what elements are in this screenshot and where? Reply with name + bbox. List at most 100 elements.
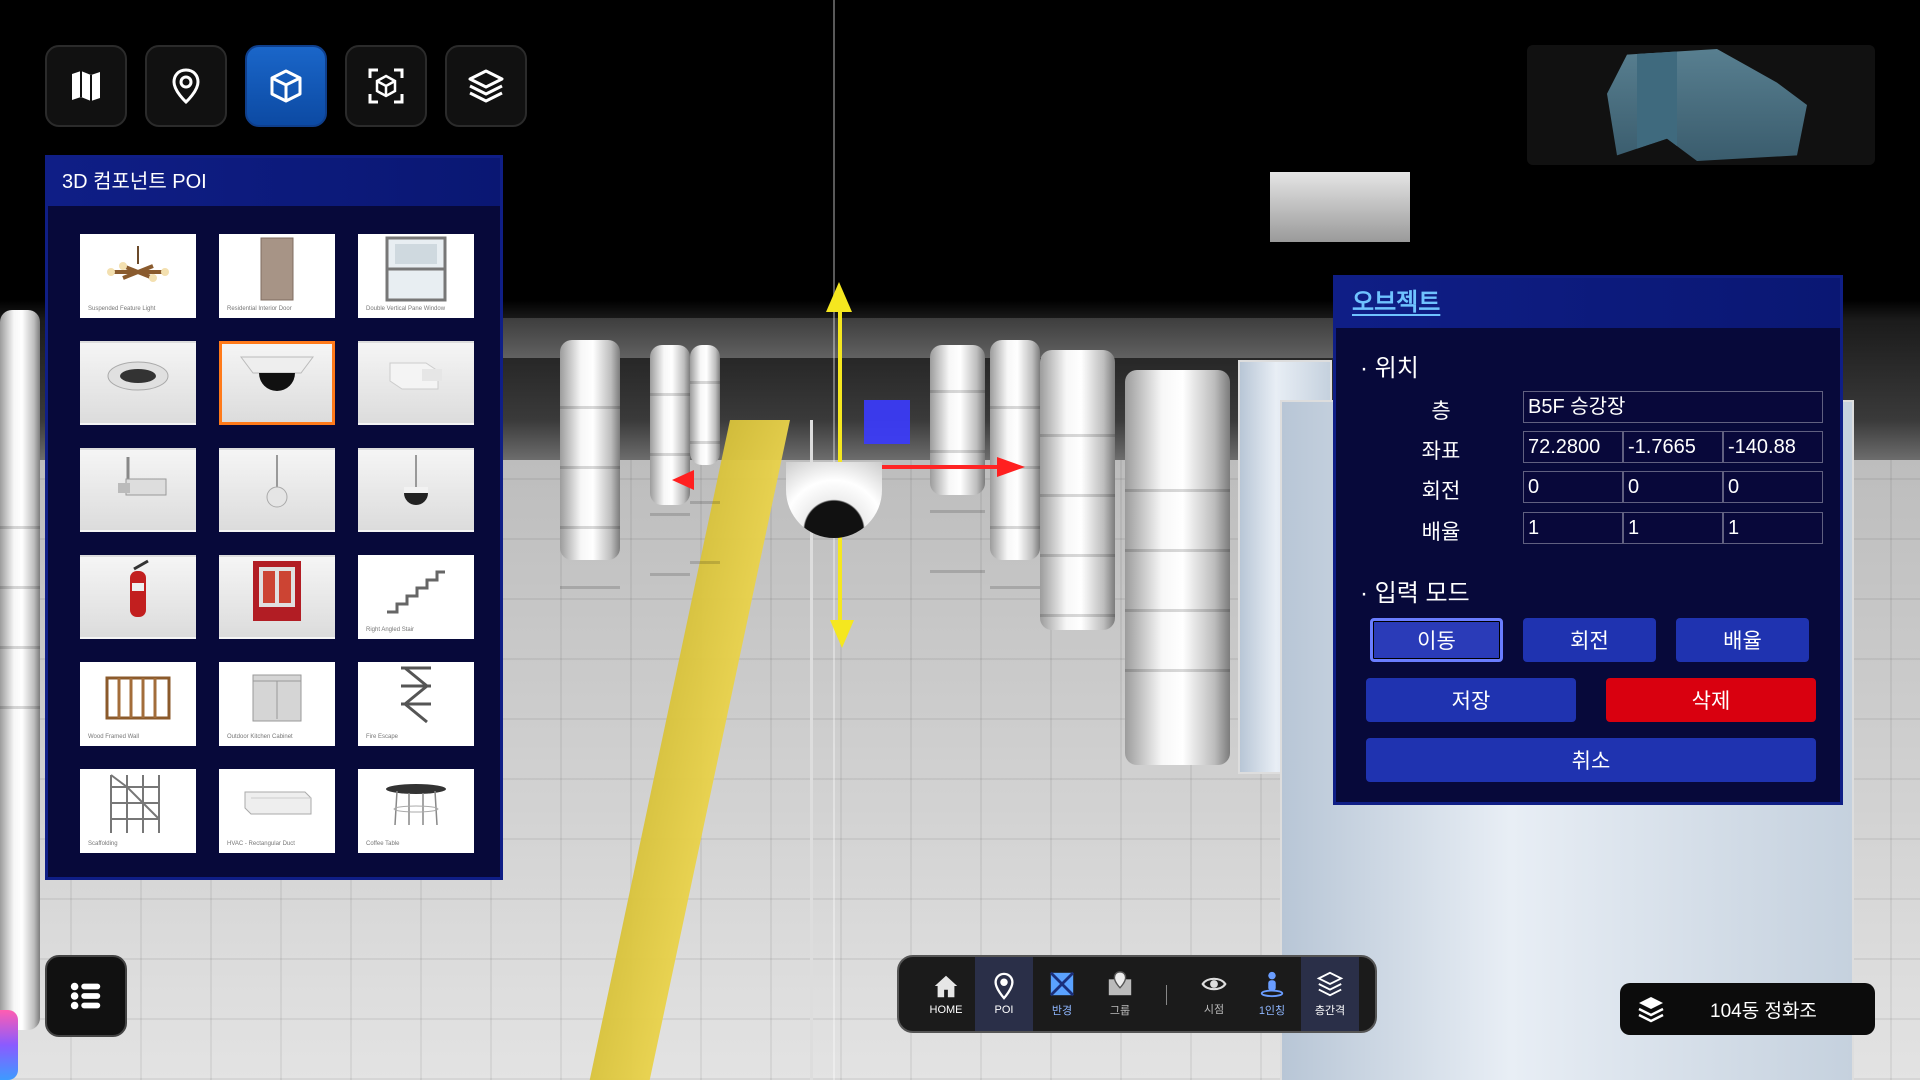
delete-button[interactable]: 삭제 — [1606, 678, 1816, 722]
dock-view-button[interactable]: 시점 — [1185, 957, 1243, 1031]
minimap-floorplan — [1607, 49, 1807, 161]
mode-rotate-button[interactable]: 회전 — [1523, 618, 1656, 662]
poi-item-scaffolding[interactable]: Scaffolding — [80, 769, 196, 853]
floor-indicator-label: 104동 정화조 — [1710, 1000, 1817, 1022]
poi-item-fire-cabinet[interactable] — [219, 555, 335, 639]
side-drawer-handle[interactable] — [0, 1010, 18, 1080]
rotation-y-field[interactable]: 0 — [1623, 471, 1723, 503]
poi-item-window[interactable]: Double Vertical Pane Window — [358, 234, 474, 318]
cancel-button[interactable]: 취소 — [1366, 738, 1816, 782]
poi-item-caption: Residential Interior Door — [227, 306, 292, 312]
location-pin-icon — [172, 68, 200, 105]
poi-item-wood-wall[interactable]: Wood Framed Wall — [80, 662, 196, 746]
box-camera-icon — [376, 351, 456, 405]
poi-item-caption: Suspended Feature Light — [88, 306, 156, 312]
dome-camera-icon — [237, 351, 317, 405]
dock-poi-label: POI — [994, 1004, 1014, 1016]
coord-y-field[interactable]: -1.7665 — [1623, 431, 1723, 463]
floor-gap-icon — [1316, 971, 1344, 997]
poi-item-chandelier[interactable]: Suspended Feature Light — [80, 234, 196, 318]
menu-button[interactable] — [45, 955, 127, 1037]
fire-escape-icon — [391, 664, 441, 734]
poi-item-wall-camera[interactable] — [80, 448, 196, 532]
poi-item-caption: Wood Framed Wall — [88, 734, 140, 740]
poi-item-hanging-dome[interactable] — [358, 448, 474, 532]
dock-home-label: HOME — [929, 1004, 963, 1016]
layers-icon — [1638, 997, 1664, 1023]
dock-floor-gap-label: 층간격 — [1314, 1005, 1346, 1017]
wood-wall-icon — [103, 672, 173, 726]
dock-first-person-button[interactable]: 1인칭 — [1243, 957, 1301, 1031]
poi-grid: Suspended Feature Light Residential Inter… — [80, 234, 474, 853]
cube-icon — [270, 69, 302, 103]
scaffolding-icon — [103, 771, 173, 841]
window-icon — [381, 236, 451, 306]
gizmo-y-axis[interactable] — [838, 290, 842, 630]
poi-item-pendant-camera[interactable] — [219, 448, 335, 532]
dock-floor-gap-button[interactable]: 층간격 — [1301, 957, 1359, 1031]
scan-cube-icon — [368, 68, 404, 104]
object-scan-button[interactable] — [345, 45, 427, 127]
gizmo-y-down-arrow[interactable] — [830, 620, 854, 648]
extinguisher-icon — [118, 557, 158, 627]
pillar — [1040, 350, 1115, 630]
map-button[interactable] — [45, 45, 127, 127]
eye-icon — [1201, 977, 1227, 991]
scale-x-field[interactable]: 1 — [1523, 512, 1623, 544]
poi-item-caption: HVAC - Rectangular Duct — [227, 841, 295, 847]
gizmo-plane-handle[interactable] — [864, 400, 910, 444]
floor-indicator[interactable]: 104동 정화조 — [1620, 983, 1875, 1035]
upper-platform-structure — [1270, 172, 1410, 242]
coord-z-field[interactable]: -140.88 — [1723, 431, 1823, 463]
input-mode-section-label: · 입력 모드 — [1360, 580, 1470, 607]
save-button[interactable]: 저장 — [1366, 678, 1576, 722]
dock-radius-button[interactable]: 반경 — [1033, 957, 1091, 1031]
gizmo-y-up-arrow[interactable] — [826, 282, 852, 312]
poi-item-table[interactable]: Coffee Table — [358, 769, 474, 853]
pillar — [0, 310, 40, 1030]
dock-radius-label: 반경 — [1051, 1005, 1073, 1017]
scale-y-field[interactable]: 1 — [1623, 512, 1723, 544]
layers-button[interactable] — [445, 45, 527, 127]
dock-group-button[interactable]: 그룹 — [1091, 957, 1149, 1031]
poi-item-caption: Outdoor Kitchen Cabinet — [227, 734, 293, 740]
pillar — [930, 345, 985, 495]
dock-poi-button[interactable]: POI — [975, 957, 1033, 1031]
poi-item-stair[interactable]: Right Angled Stair — [358, 555, 474, 639]
mode-scale-button[interactable]: 배율 — [1676, 618, 1809, 662]
dock-group-label: 그룹 — [1109, 1005, 1131, 1017]
coord-x-field[interactable]: 72.2800 — [1523, 431, 1623, 463]
poi-item-cabinet[interactable]: Outdoor Kitchen Cabinet — [219, 662, 335, 746]
stair-icon — [381, 562, 451, 622]
floor-field[interactable]: B5F 승강장 — [1523, 391, 1823, 423]
position-section-label: · 위치 — [1360, 355, 1419, 382]
mode-move-button[interactable]: 이동 — [1370, 618, 1503, 662]
pendant-camera-icon — [257, 453, 297, 517]
gizmo-x-left-arrow[interactable] — [672, 470, 694, 490]
poi-item-caption: Coffee Table — [366, 841, 400, 847]
gizmo-x-right-arrow[interactable] — [997, 457, 1025, 477]
poi-pin-icon — [994, 972, 1014, 1000]
3d-component-button[interactable] — [245, 45, 327, 127]
scale-z-field[interactable]: 1 — [1723, 512, 1823, 544]
location-button[interactable] — [145, 45, 227, 127]
poi-item-ceiling-light[interactable] — [80, 341, 196, 425]
rotation-z-field[interactable]: 0 — [1723, 471, 1823, 503]
wall-camera-icon — [98, 455, 178, 515]
pillar — [1125, 370, 1230, 765]
radius-icon — [1049, 971, 1075, 997]
map-icon — [72, 71, 100, 101]
poi-item-box-camera[interactable] — [358, 341, 474, 425]
poi-item-dome-camera[interactable] — [219, 341, 335, 425]
coord-label: 좌표 — [1421, 440, 1461, 463]
poi-item-caption: Scaffolding — [88, 841, 118, 847]
minimap[interactable] — [1527, 45, 1875, 165]
rotation-x-field[interactable]: 0 — [1523, 471, 1623, 503]
poi-item-door[interactable]: Residential Interior Door — [219, 234, 335, 318]
cabinet-icon — [247, 669, 307, 729]
poi-item-fire-escape[interactable]: Fire Escape — [358, 662, 474, 746]
poi-item-extinguisher[interactable] — [80, 555, 196, 639]
poi-item-duct[interactable]: HVAC - Rectangular Duct — [219, 769, 335, 853]
dock-home-button[interactable]: HOME — [917, 957, 975, 1031]
gizmo-axis-line — [833, 0, 835, 1080]
